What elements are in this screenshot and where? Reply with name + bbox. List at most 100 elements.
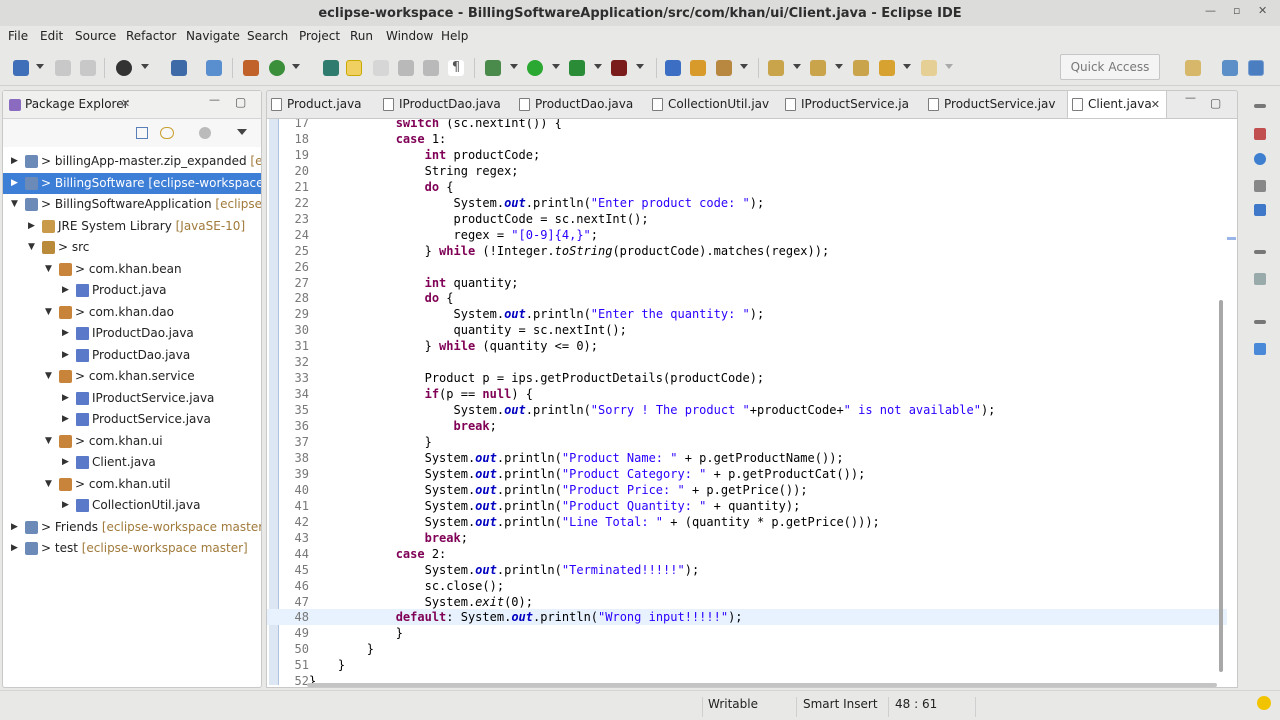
close-view-icon[interactable]: ✕ (121, 97, 130, 110)
expanded-twisty-icon[interactable]: ▼ (11, 194, 21, 215)
code-line[interactable]: 28 do { (267, 290, 1227, 306)
tab-iproductservice-java[interactable]: IProductService.ja (781, 91, 924, 119)
back-icon[interactable] (879, 60, 895, 76)
java-perspective-icon[interactable] (1248, 60, 1264, 76)
code-line[interactable]: 26 (267, 259, 1227, 275)
new-class-icon[interactable] (269, 60, 285, 76)
outline-icon[interactable] (1254, 153, 1266, 165)
console-icon[interactable] (1254, 204, 1266, 216)
coverage-icon[interactable] (569, 60, 585, 76)
collapsed-twisty-icon[interactable]: ▶ (62, 323, 72, 344)
menu-window[interactable]: Window (386, 29, 433, 43)
tree-item[interactable]: ▶ CollectionUtil.java (3, 495, 261, 516)
coverage-dropdown-icon[interactable] (594, 64, 602, 69)
debug-run-dropdown-icon[interactable] (510, 64, 518, 69)
expanded-twisty-icon[interactable]: ▼ (28, 237, 38, 258)
code-line[interactable]: 48 default: System.out.println("Wrong in… (267, 609, 1227, 626)
open-type-icon[interactable] (323, 60, 339, 76)
code-line[interactable]: 50 } (267, 641, 1227, 657)
code-line[interactable]: 35 System.out.println("Sorry ! The produ… (267, 402, 1227, 418)
code-line[interactable]: 42 System.out.println("Line Total: " + (… (267, 514, 1227, 530)
code-line[interactable]: 25 } while (!Integer.toString(productCod… (267, 243, 1227, 259)
tree-item[interactable]: ▶ > BillingSoftware [eclipse-workspace ma… (3, 172, 261, 194)
code-line[interactable]: 46 sc.close(); (267, 578, 1227, 594)
new-class-dropdown-icon[interactable] (292, 64, 300, 69)
maximize-editor-icon[interactable]: ▢ (1210, 96, 1221, 110)
next-annotation-dropdown-icon[interactable] (793, 64, 801, 69)
collapsed-twisty-icon[interactable]: ▶ (62, 280, 72, 301)
last-edit-location-icon[interactable] (853, 60, 869, 76)
package-explorer-tab[interactable]: Package Explorer ✕ — ▢ (3, 91, 261, 119)
code-line[interactable]: 44 case 2: (267, 546, 1227, 562)
overview-ruler-marker[interactable] (1227, 237, 1236, 240)
code-line[interactable]: 32 (267, 354, 1227, 370)
tree-item[interactable]: ▶ IProductService.java (3, 388, 261, 409)
code-line[interactable]: 31 } while (quantity <= 0); (267, 338, 1227, 354)
view-menu-icon[interactable] (237, 129, 247, 135)
code-line[interactable]: 39 System.out.println("Product Category:… (267, 466, 1227, 482)
restore-bottom-icon[interactable] (1254, 250, 1266, 254)
code-line[interactable]: 45 System.out.println("Terminated!!!!!")… (267, 562, 1227, 578)
paragraph-icon[interactable]: ¶ (448, 60, 464, 76)
run-dropdown-icon[interactable] (552, 64, 560, 69)
maximize-view-icon[interactable]: ▢ (235, 95, 246, 109)
collapsed-twisty-icon[interactable]: ▶ (11, 173, 21, 194)
code-line[interactable]: 30 quantity = sc.nextInt(); (267, 322, 1227, 338)
quick-access-input[interactable]: Quick Access (1060, 54, 1160, 80)
close-window-button[interactable]: ✕ (1258, 4, 1267, 17)
tab-client-java[interactable]: Client.java ✕ (1067, 91, 1167, 119)
link-with-editor-icon[interactable] (160, 127, 174, 139)
menu-help[interactable]: Help (441, 29, 468, 43)
new-dropdown-icon[interactable] (36, 64, 44, 69)
open-task-icon[interactable] (665, 60, 681, 76)
tree-item[interactable]: ▼ > com.khan.bean (3, 259, 261, 280)
code-line[interactable]: 27 int quantity; (267, 275, 1227, 291)
tree-item[interactable]: ▶ > test [eclipse-workspace master] (3, 538, 261, 559)
code-line[interactable]: 51 } (267, 657, 1227, 673)
code-line[interactable]: 22 System.out.println("Enter product cod… (267, 195, 1227, 211)
menu-search[interactable]: Search (247, 29, 288, 43)
tree-item[interactable]: ▶ > billingApp-master.zip_expanded [eclip… (3, 151, 261, 172)
word-wrap-icon[interactable] (398, 60, 414, 76)
code-line[interactable]: 33 Product p = ips.getProductDetails(pro… (267, 370, 1227, 386)
debug-perspective-icon[interactable] (116, 60, 132, 76)
minimize-view-icon[interactable]: — (209, 93, 220, 106)
collapsed-twisty-icon[interactable]: ▶ (62, 452, 72, 473)
expanded-twisty-icon[interactable]: ▼ (45, 366, 55, 387)
tree-item[interactable]: ▶ Product.java (3, 280, 261, 301)
restore-side-icon[interactable] (1254, 320, 1266, 324)
back-dropdown-icon[interactable] (903, 64, 911, 69)
open-perspective-icon[interactable] (1185, 60, 1201, 76)
code-line[interactable]: 24 regex = "[0-9]{4,}"; (267, 227, 1227, 243)
tip-icon[interactable] (1257, 696, 1271, 710)
code-line[interactable]: 29 System.out.println("Enter the quantit… (267, 306, 1227, 322)
run-icon[interactable] (527, 60, 543, 76)
search-tool-icon[interactable] (716, 60, 732, 76)
menu-refactor[interactable]: Refactor (126, 29, 176, 43)
menu-run[interactable]: Run (350, 29, 373, 43)
tree-item[interactable]: ▶ Client.java (3, 452, 261, 473)
code-line[interactable]: 17 switch (sc.nextInt()) { (267, 119, 1227, 131)
horizontal-scrollbar[interactable] (307, 683, 1217, 687)
expanded-twisty-icon[interactable]: ▼ (45, 431, 55, 452)
tree-item[interactable]: ▼ > com.khan.dao (3, 302, 261, 323)
collapsed-twisty-icon[interactable]: ▶ (28, 216, 38, 237)
menu-project[interactable]: Project (299, 29, 340, 43)
restore-icon[interactable] (1254, 104, 1266, 108)
close-tab-icon[interactable]: ✕ (1151, 91, 1160, 118)
tree-item[interactable]: ▶ JRE System Library [JavaSE-10] (3, 216, 261, 237)
code-line[interactable]: 38 System.out.println("Product Name: " +… (267, 450, 1227, 466)
code-line[interactable]: 37 } (267, 434, 1227, 450)
menu-source[interactable]: Source (75, 29, 116, 43)
code-line[interactable]: 21 do { (267, 179, 1227, 195)
skip-breakpoints-icon[interactable] (206, 60, 222, 76)
code-line[interactable]: 20 String regex; (267, 163, 1227, 179)
toggle-mark-occurrences-icon[interactable] (346, 60, 362, 76)
code-line[interactable]: 18 case 1: (267, 131, 1227, 147)
maximize-window-button[interactable]: ▫ (1233, 4, 1240, 17)
code-line[interactable]: 40 System.out.println("Product Price: " … (267, 482, 1227, 498)
tree-item[interactable]: ▼ > com.khan.service (3, 366, 261, 387)
collapsed-twisty-icon[interactable]: ▶ (62, 495, 72, 516)
new-icon[interactable] (13, 60, 29, 76)
open-folder-icon[interactable] (690, 60, 706, 76)
